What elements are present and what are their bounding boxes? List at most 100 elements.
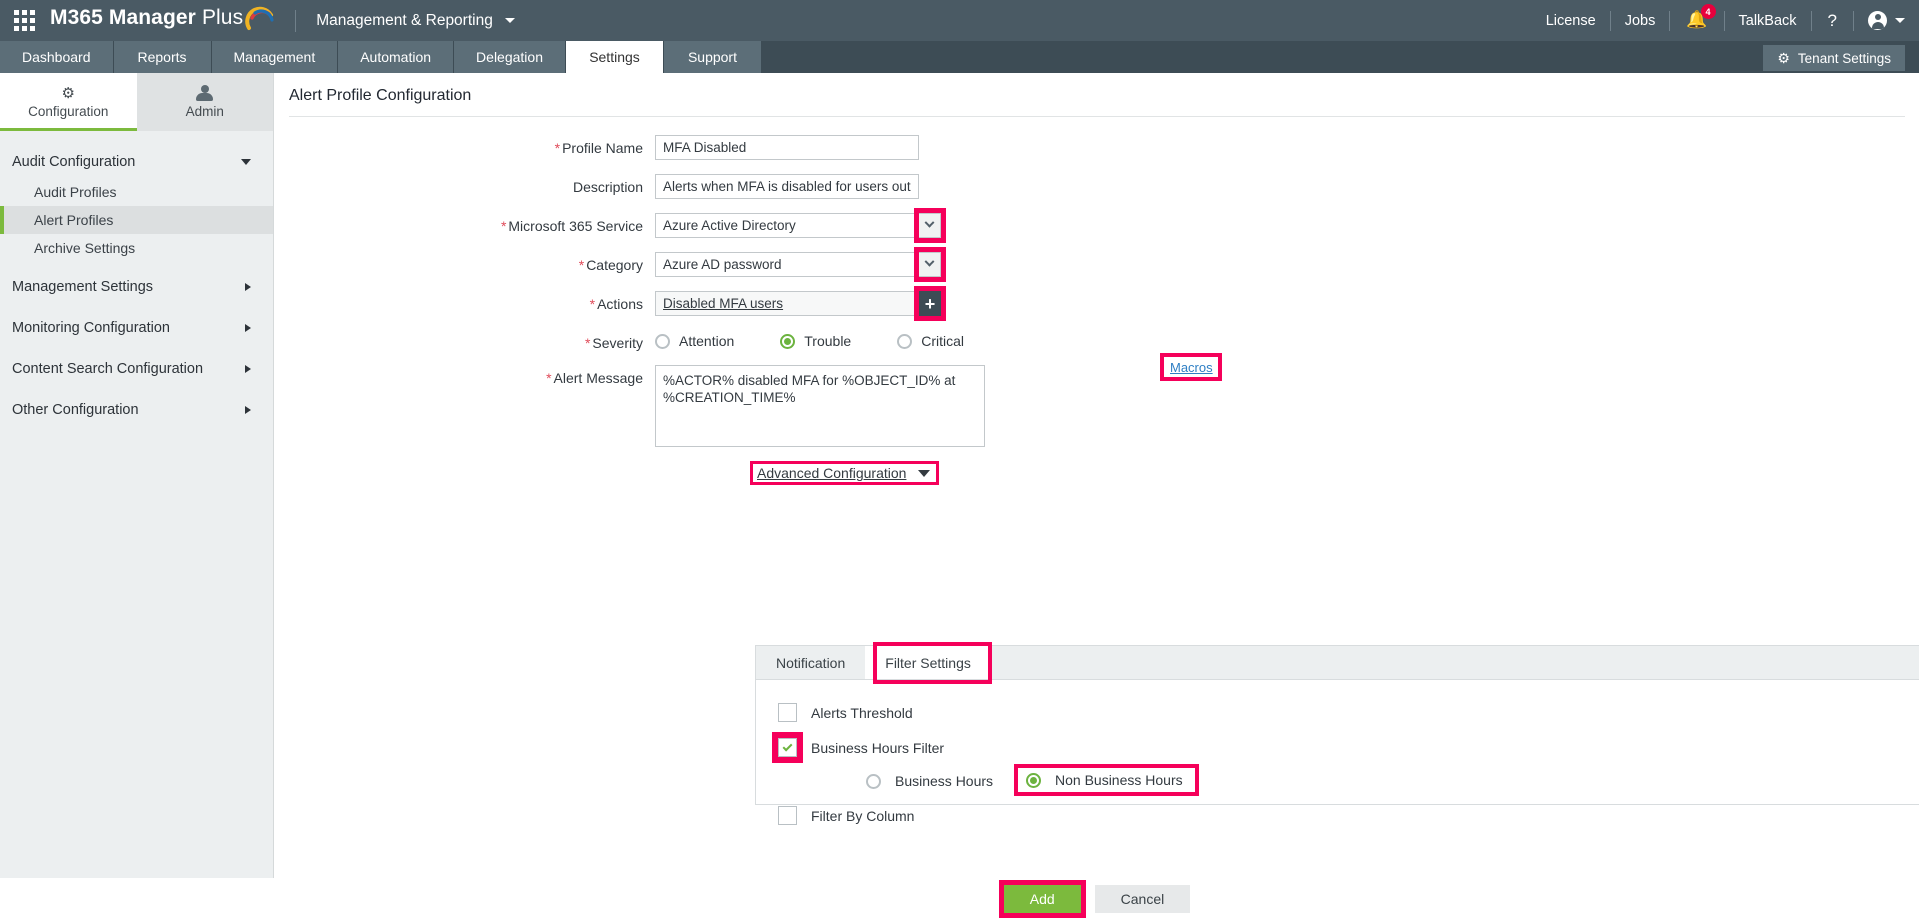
sidebar-item-label: Audit Profiles [34,184,117,200]
severity-label: * Severity [584,335,643,351]
header-divider [295,9,297,32]
tab-settings[interactable]: Settings [565,41,664,73]
sidebar-item-archive-settings[interactable]: Archive Settings [0,234,273,262]
tenant-settings-label: Tenant Settings [1797,50,1891,66]
profile-name-input[interactable] [655,135,919,160]
sidebar-item-audit-configuration[interactable]: Audit Configuration [0,145,273,178]
alert-profile-form: *Profile Name Description *Microsoft 365… [275,117,1919,485]
microsoft-365-service-input[interactable] [655,213,919,238]
account-menu[interactable] [1854,11,1905,30]
chevron-down-icon[interactable] [919,213,941,238]
jobs-link[interactable]: Jobs [1611,13,1670,29]
profile-name-label: * Profile Name [554,140,643,156]
alerts-threshold-checkbox[interactable] [778,703,797,722]
sidebar-item-monitoring-configuration[interactable]: Monitoring Configuration [0,311,273,344]
notifications-button[interactable]: 🔔 4 [1670,4,1723,30]
tenant-settings-button[interactable]: ⚙ Tenant Settings [1763,45,1905,71]
tab-automation[interactable]: Automation [338,41,455,73]
sidebar-item-alert-profiles[interactable]: Alert Profiles [0,206,273,234]
chevron-down-icon [505,17,516,23]
tab-dashboard[interactable]: Dashboard [0,41,114,73]
module-selector-label: Management & Reporting [316,11,493,29]
alerts-threshold-row: Alerts Threshold [778,703,913,722]
form-row-actions: *Actions + [275,286,1919,321]
brand-name-bold: M365 Manager [50,5,196,29]
radio-icon-selected[interactable] [1026,772,1041,788]
tab-reports[interactable]: Reports [113,41,212,73]
filter-by-column-label: Filter By Column [811,807,915,824]
category-dropdown[interactable] [914,247,946,282]
user-avatar-icon [1868,11,1887,30]
business-hours-filter-checkbox[interactable] [778,738,797,757]
app-grid-icon[interactable] [14,9,36,32]
tab-delegation[interactable]: Delegation [454,41,566,73]
severity-option-label: Attention [679,333,735,349]
severity-option-trouble[interactable]: Trouble [780,333,851,349]
tab-notification[interactable]: Notification [756,646,865,679]
sidebar-item-management-settings[interactable]: Management Settings [0,270,273,303]
plus-icon[interactable]: + [919,291,941,316]
sidebar-tab-configuration[interactable]: ⚙ Configuration [0,73,137,131]
chevron-down-icon[interactable] [919,252,941,277]
severity-option-critical[interactable]: Critical [897,333,964,349]
sidebar-item-other-configuration[interactable]: Other Configuration [0,393,273,426]
filter-by-column-checkbox[interactable] [778,806,797,825]
brand-name-light: Plus [201,5,244,29]
sidebar-item-audit-profiles[interactable]: Audit Profiles [0,178,273,206]
business-hours-filter-label: Business Hours Filter [811,739,945,756]
required-marker: * [546,370,552,386]
chevron-right-icon [245,364,251,373]
radio-icon[interactable] [866,773,881,789]
sidebar-item-content-search-configuration[interactable]: Content Search Configuration [0,352,273,385]
sidebar-tab-configuration-label: Configuration [28,103,109,119]
description-input[interactable] [655,174,919,199]
required-marker: * [500,218,507,234]
chevron-down-icon [241,158,251,165]
talkback-link[interactable]: TalkBack [1725,13,1811,29]
category-input[interactable] [655,252,919,277]
required-marker: * [589,296,596,312]
license-link[interactable]: License [1532,13,1610,29]
panel-tab-bar: Notification Filter Settings [756,642,1919,684]
business-hours-filter-checkbox-wrap[interactable] [772,732,803,763]
severity-option-attention[interactable]: Attention [655,333,734,349]
category-label: * Category [578,257,643,273]
macros-link[interactable]: Macros [1165,358,1218,377]
radio-icon-selected[interactable] [780,333,796,349]
sidebar-item-label: Content Search Configuration [12,360,204,377]
actions-label: * Actions [589,296,643,312]
form-row-severity: * Severity Attention Trouble Critical [275,330,1919,351]
nav-tab-list: Dashboard Reports Management Automation … [0,41,1919,73]
left-sidebar: ⚙ Configuration Admin Audit Configuratio… [0,73,274,878]
module-selector[interactable]: Management & Reporting [316,11,516,30]
add-button[interactable]: Add [1003,885,1081,913]
add-button-wrap[interactable]: Add [998,880,1086,918]
caret-down-icon [918,469,931,477]
microsoft-365-service-label: * Microsoft 365 Service [500,218,643,234]
chevron-right-icon [245,282,251,291]
filter-by-column-row: Filter By Column [778,806,914,825]
sidebar-tab-admin[interactable]: Admin [136,73,273,131]
tab-management[interactable]: Management [211,41,339,73]
tab-filter-settings[interactable]: Filter Settings [865,646,991,679]
sidebar-item-label: Alert Profiles [34,212,114,228]
alerts-threshold-label: Alerts Threshold [811,704,913,721]
tab-support[interactable]: Support [663,41,762,73]
severity-radio-group: Attention Trouble Critical [655,330,1010,349]
advanced-configuration-toggle[interactable]: Advanced Configuration [750,461,940,485]
radio-icon[interactable] [897,333,913,349]
actions-add-button[interactable]: + [914,286,946,321]
actions-input[interactable] [655,291,919,316]
radio-icon[interactable] [655,333,670,349]
brand-swoosh-icon [245,6,275,36]
sidebar-item-label: Management Settings [12,278,154,295]
non-business-hours-option-label: Non Business Hours [1055,772,1183,788]
non-business-hours-option[interactable]: Non Business Hours [1014,764,1199,796]
help-icon[interactable]: ? [1812,11,1853,31]
business-hours-option-label: Business Hours [895,773,994,789]
form-row-alert-message: * Alert Message %ACTOR% disabled MFA for … [275,353,1919,447]
business-hours-option[interactable]: Business Hours [866,773,993,789]
alert-message-textarea[interactable]: %ACTOR% disabled MFA for %OBJECT_ID% at … [655,365,985,447]
microsoft-365-service-dropdown[interactable] [914,208,946,243]
cancel-button[interactable]: Cancel [1094,885,1191,913]
